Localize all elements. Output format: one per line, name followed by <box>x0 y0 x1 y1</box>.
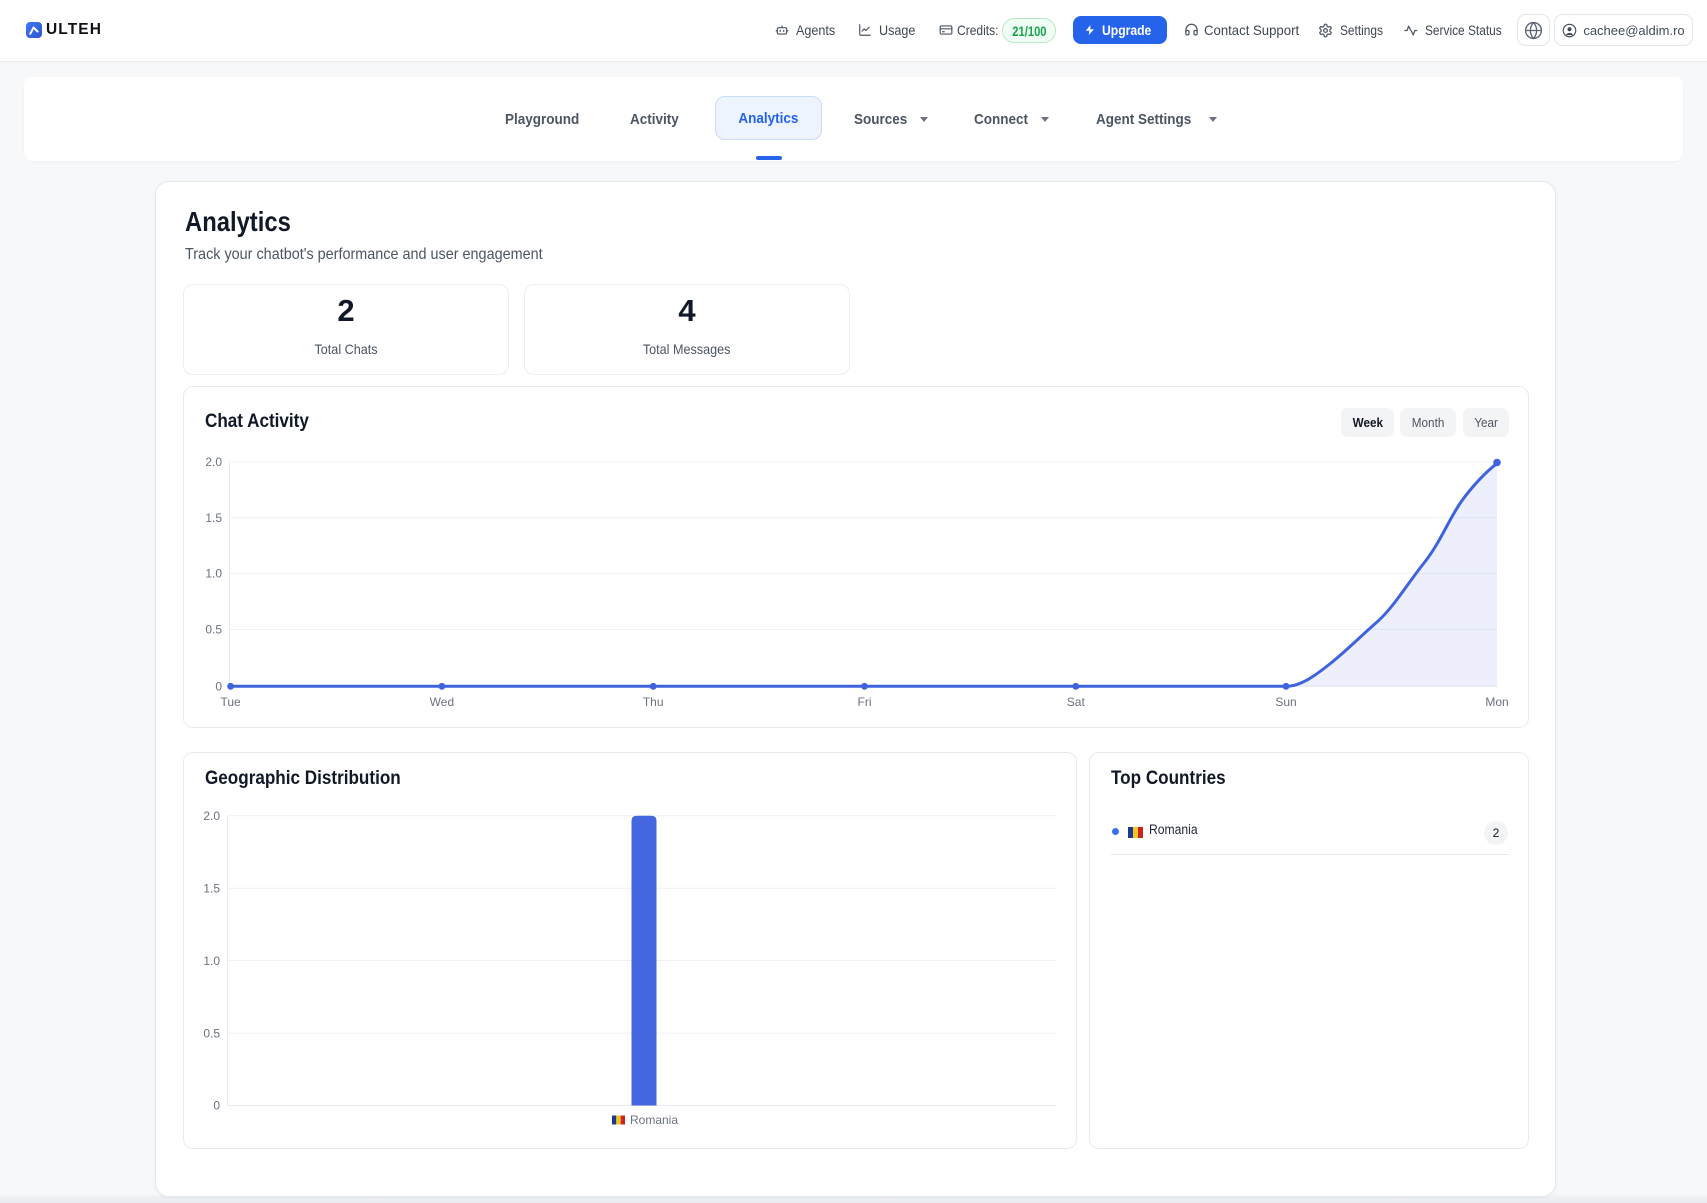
svg-text:1.5: 1.5 <box>205 511 222 525</box>
svg-text:Fri: Fri <box>858 695 872 709</box>
svg-text:Tue: Tue <box>220 695 241 709</box>
svg-text:Sun: Sun <box>1275 695 1296 709</box>
svg-text:1.5: 1.5 <box>203 881 220 895</box>
svg-text:2.0: 2.0 <box>203 809 220 823</box>
svg-text:0: 0 <box>215 679 222 693</box>
svg-text:Thu: Thu <box>643 695 664 709</box>
svg-text:Wed: Wed <box>430 695 454 709</box>
svg-text:Mon: Mon <box>1485 695 1508 709</box>
svg-text:0.5: 0.5 <box>205 622 222 636</box>
svg-text:Sat: Sat <box>1067 695 1086 709</box>
svg-text:Romania: Romania <box>630 1113 678 1127</box>
svg-text:0.5: 0.5 <box>203 1026 220 1040</box>
svg-text:1.0: 1.0 <box>205 567 222 581</box>
svg-text:1.0: 1.0 <box>203 954 220 968</box>
svg-text:2.0: 2.0 <box>205 455 222 469</box>
svg-text:0: 0 <box>213 1099 220 1113</box>
